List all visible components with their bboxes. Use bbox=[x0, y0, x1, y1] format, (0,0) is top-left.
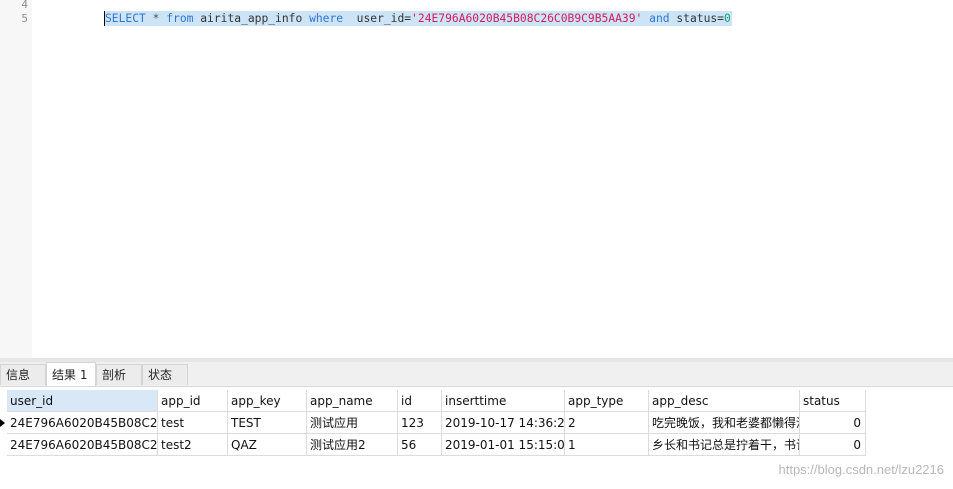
sql-query-line[interactable]: SELECT * from airita_app_info where user… bbox=[104, 11, 732, 26]
cell-app-type[interactable]: 2 bbox=[565, 412, 649, 434]
column-header-app-desc[interactable]: app_desc bbox=[649, 390, 800, 412]
table-row[interactable]: 24E796A6020B45B08C26C0B9C9B5AA39 test2 Q… bbox=[0, 434, 866, 456]
tab-info[interactable]: 信息 bbox=[0, 364, 46, 385]
column-header-inserttime[interactable]: inserttime bbox=[442, 390, 565, 412]
column-header-app-name[interactable]: app_name bbox=[307, 390, 398, 412]
sql-token: user_id= bbox=[343, 12, 412, 25]
result-tab-bar: 信息 结果 1 剖析 状态 bbox=[0, 362, 953, 387]
column-header-app-id[interactable]: app_id bbox=[158, 390, 228, 412]
cell-user-id[interactable]: 24E796A6020B45B08C26C0B9C9B5AA39 bbox=[7, 434, 158, 456]
column-header-app-type[interactable]: app_type bbox=[565, 390, 649, 412]
line-number: 4 bbox=[21, 0, 28, 11]
text-caret bbox=[104, 11, 105, 26]
cell-app-desc[interactable]: 乡长和书记总是拧着干，书记说 bbox=[649, 434, 800, 456]
sql-token: status= bbox=[669, 12, 724, 25]
cell-app-name[interactable]: 测试应用 bbox=[307, 412, 398, 434]
line-number: 5 bbox=[21, 12, 28, 25]
cell-id[interactable]: 123 bbox=[398, 412, 442, 434]
sql-keyword: where bbox=[309, 12, 344, 25]
tab-result-1[interactable]: 结果 1 bbox=[46, 362, 96, 386]
cell-app-name[interactable]: 测试应用2 bbox=[307, 434, 398, 456]
header-row: user_id app_id app_key app_name id inser… bbox=[0, 390, 866, 412]
sql-keyword: and bbox=[649, 12, 670, 25]
table-row[interactable]: 24E796A6020B45B08C26C0B9C9B5AA39 test TE… bbox=[0, 412, 866, 434]
sql-editor[interactable]: 4 5 SELECT * from airita_app_info where … bbox=[0, 0, 953, 358]
sql-number: 0 bbox=[723, 12, 731, 25]
column-header-id[interactable]: id bbox=[398, 390, 442, 412]
column-header-user-id[interactable]: user_id bbox=[7, 390, 158, 412]
cell-id[interactable]: 56 bbox=[398, 434, 442, 456]
line-number-gutter: 4 5 bbox=[0, 0, 32, 358]
sql-string: '24E796A6020B45B08C26C0B9C9B5AA39' bbox=[411, 12, 643, 25]
cell-app-id[interactable]: test2 bbox=[158, 434, 228, 456]
cell-app-desc[interactable]: 吃完晚饭，我和老婆都懒得洗碗 bbox=[649, 412, 800, 434]
sql-keyword: from bbox=[166, 12, 194, 25]
cell-inserttime[interactable]: 2019-10-17 14:36:24 bbox=[442, 412, 565, 434]
sql-table-name: airita_app_info bbox=[193, 12, 310, 25]
cell-app-id[interactable]: test bbox=[158, 412, 228, 434]
cell-status[interactable]: 0 bbox=[800, 412, 866, 434]
cell-user-id[interactable]: 24E796A6020B45B08C26C0B9C9B5AA39 bbox=[7, 412, 158, 434]
cell-app-key[interactable]: QAZ bbox=[228, 434, 307, 456]
cell-inserttime[interactable]: 2019-01-01 15:15:03 bbox=[442, 434, 565, 456]
sql-token: * bbox=[145, 12, 167, 25]
cell-status[interactable]: 0 bbox=[800, 434, 866, 456]
tab-profile[interactable]: 剖析 bbox=[96, 364, 142, 385]
sql-keyword: SELECT bbox=[105, 12, 146, 25]
column-header-app-key[interactable]: app_key bbox=[228, 390, 307, 412]
cell-app-key[interactable]: TEST bbox=[228, 412, 307, 434]
column-header-status[interactable]: status bbox=[800, 390, 866, 412]
watermark-text: https://blog.csdn.net/lzu2216 bbox=[778, 462, 944, 477]
cell-app-type[interactable]: 1 bbox=[565, 434, 649, 456]
tab-status[interactable]: 状态 bbox=[142, 364, 188, 385]
